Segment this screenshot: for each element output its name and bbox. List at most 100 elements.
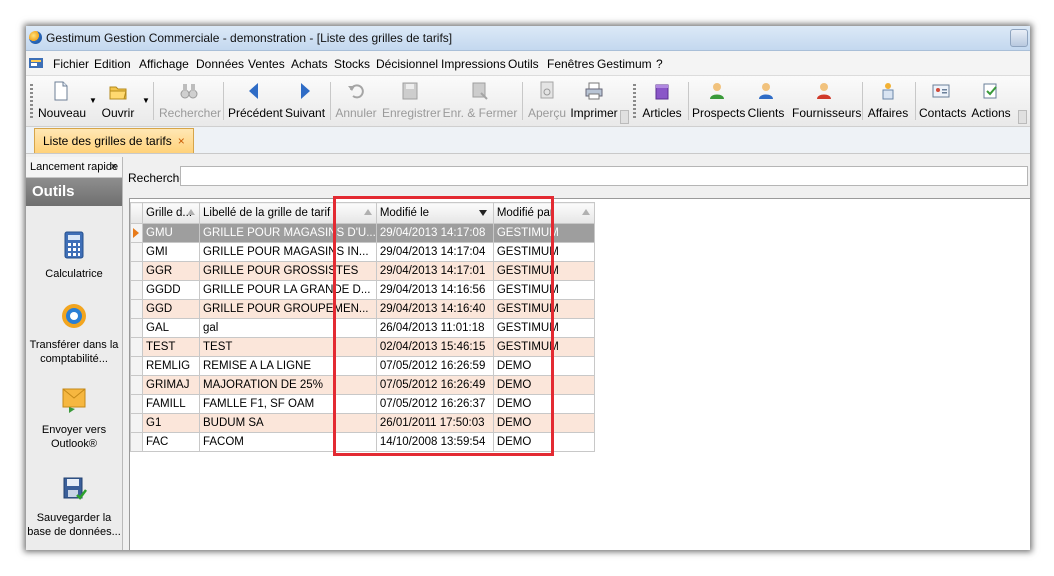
column-header-modifie-le[interactable]: Modifié le bbox=[375, 202, 494, 224]
rechercher-button[interactable]: Rechercher bbox=[159, 79, 221, 121]
row-indicator[interactable] bbox=[130, 413, 143, 433]
table-row[interactable]: GAL gal 26/04/2013 11:01:18 GESTIMUM bbox=[130, 318, 595, 338]
actions-button[interactable]: Actions bbox=[968, 79, 1014, 121]
menu-decisionnel[interactable]: Décisionnel bbox=[376, 57, 438, 71]
row-indicator[interactable] bbox=[130, 394, 143, 414]
cell-libelle[interactable]: GRILLE POUR LA GRANDE D... bbox=[199, 280, 377, 300]
cell-code[interactable]: GRIMAJ bbox=[142, 375, 200, 395]
cell-libelle[interactable]: GRILLE POUR GROSSISTES bbox=[199, 261, 377, 281]
menu-fenetres[interactable]: Fenêtres bbox=[547, 57, 594, 71]
cell-modifie-le[interactable]: 29/04/2013 14:16:56 bbox=[375, 280, 494, 300]
table-row[interactable]: FAC FACOM 14/10/2008 13:59:54 DEMO bbox=[130, 432, 595, 452]
cell-modifie-par[interactable]: GESTIMUM bbox=[492, 299, 595, 319]
imprimer-button[interactable]: Imprimer bbox=[570, 79, 618, 121]
envoyer-outlook-tool[interactable]: Envoyer vers Outlook® bbox=[26, 387, 122, 451]
cell-modifie-le[interactable]: 07/05/2012 16:26:49 bbox=[375, 375, 494, 395]
cell-modifie-le[interactable]: 26/04/2013 11:01:18 bbox=[375, 318, 494, 338]
row-indicator[interactable] bbox=[130, 375, 143, 395]
cell-modifie-par[interactable]: DEMO bbox=[492, 413, 595, 433]
cell-modifie-par[interactable]: DEMO bbox=[492, 394, 595, 414]
clients-button[interactable]: Clients bbox=[746, 79, 786, 121]
cell-libelle[interactable]: TEST bbox=[199, 337, 377, 357]
fournisseurs-button[interactable]: Fournisseurs bbox=[792, 79, 861, 121]
cell-modifie-le[interactable]: 14/10/2008 13:59:54 bbox=[375, 432, 494, 452]
menu-stocks[interactable]: Stocks bbox=[334, 57, 370, 71]
sauvegarder-base-tool[interactable]: Sauvegarder la base de données... bbox=[26, 475, 122, 539]
cell-code[interactable]: GGDD bbox=[142, 280, 200, 300]
suivant-button[interactable]: Suivant bbox=[285, 79, 325, 121]
cell-modifie-par[interactable]: GESTIMUM bbox=[492, 261, 595, 281]
menu-affichage[interactable]: Affichage bbox=[139, 57, 189, 71]
cell-modifie-le[interactable]: 07/05/2012 16:26:37 bbox=[375, 394, 494, 414]
table-row[interactable]: GGR GRILLE POUR GROSSISTES 29/04/2013 14:1… bbox=[130, 261, 595, 281]
menu-outils[interactable]: Outils bbox=[508, 57, 539, 71]
cell-modifie-par[interactable]: GESTIMUM bbox=[492, 337, 595, 357]
ouvrir-button[interactable]: Ouvrir bbox=[98, 79, 138, 121]
cell-modifie-par[interactable]: GESTIMUM bbox=[492, 280, 595, 300]
menu-help[interactable]: ? bbox=[656, 57, 663, 71]
cell-libelle[interactable]: BUDUM SA bbox=[199, 413, 377, 433]
cell-libelle[interactable]: GRILLE POUR GROUPEMEN... bbox=[199, 299, 377, 319]
table-row[interactable]: FAMILL FAMLLE F1, SF OAM 07/05/2012 16:26:… bbox=[130, 394, 595, 414]
cell-modifie-le[interactable]: 02/04/2013 15:46:15 bbox=[375, 337, 494, 357]
cell-code[interactable]: GMU bbox=[142, 223, 200, 243]
articles-button[interactable]: Articles bbox=[640, 79, 684, 121]
tab-close-icon[interactable]: × bbox=[178, 134, 185, 148]
menu-gestimum[interactable]: Gestimum bbox=[597, 57, 652, 71]
cell-code[interactable]: GGD bbox=[142, 299, 200, 319]
table-row[interactable]: GGD GRILLE POUR GROUPEMEN... 29/04/2013 14… bbox=[130, 299, 595, 319]
column-header-grille[interactable]: Grille d... bbox=[142, 202, 200, 224]
window-control-button[interactable] bbox=[1010, 29, 1028, 47]
affaires-button[interactable]: Affaires bbox=[866, 79, 910, 121]
nouveau-dropdown-icon[interactable]: ▼ bbox=[89, 96, 97, 105]
cell-code[interactable]: GMI bbox=[142, 242, 200, 262]
cell-modifie-par[interactable]: DEMO bbox=[492, 356, 595, 376]
cell-modifie-le[interactable]: 07/05/2012 16:26:59 bbox=[375, 356, 494, 376]
table-row[interactable]: GRIMAJ MAJORATION DE 25% 07/05/2012 16:26:… bbox=[130, 375, 595, 395]
menu-edition[interactable]: Edition bbox=[94, 57, 131, 71]
apercu-button[interactable]: Aperçu bbox=[526, 79, 568, 121]
cell-code[interactable]: FAMILL bbox=[142, 394, 200, 414]
cell-libelle[interactable]: GRILLE POUR MAGASINS D'U... bbox=[199, 223, 377, 243]
cell-libelle[interactable]: FACOM bbox=[199, 432, 377, 452]
table-row[interactable]: GMU GRILLE POUR MAGASINS D'U... 29/04/2013… bbox=[130, 223, 595, 243]
menu-donnees[interactable]: Données bbox=[196, 57, 244, 71]
prospects-button[interactable]: Prospects bbox=[692, 79, 745, 121]
calculatrice-tool[interactable]: Calculatrice bbox=[26, 231, 122, 281]
panel-close-icon[interactable]: × bbox=[111, 157, 117, 177]
menu-achats[interactable]: Achats bbox=[291, 57, 328, 71]
menu-impressions[interactable]: Impressions bbox=[441, 57, 506, 71]
contacts-button[interactable]: Contacts bbox=[919, 79, 966, 121]
ouvrir-dropdown-icon[interactable]: ▼ bbox=[142, 96, 150, 105]
cell-modifie-le[interactable]: 29/04/2013 14:17:01 bbox=[375, 261, 494, 281]
toolbar-overflow-button[interactable] bbox=[1018, 110, 1027, 124]
cell-modifie-le[interactable]: 29/04/2013 14:17:08 bbox=[375, 223, 494, 243]
cell-code[interactable]: GAL bbox=[142, 318, 200, 338]
annuler-button[interactable]: Annuler bbox=[335, 79, 377, 121]
cell-code[interactable]: FAC bbox=[142, 432, 200, 452]
cell-libelle[interactable]: gal bbox=[199, 318, 377, 338]
enregistrer-button[interactable]: Enregistrer bbox=[382, 79, 441, 121]
menu-fichier[interactable]: Fichier bbox=[53, 57, 89, 71]
cell-libelle[interactable]: FAMLLE F1, SF OAM bbox=[199, 394, 377, 414]
table-row[interactable]: TEST TEST 02/04/2013 15:46:15 GESTIMUM bbox=[130, 337, 595, 357]
cell-code[interactable]: GGR bbox=[142, 261, 200, 281]
table-row[interactable]: GMI GRILLE POUR MAGASINS IN... 29/04/2013 … bbox=[130, 242, 595, 262]
table-row[interactable]: REMLIG REMISE A LA LIGNE 07/05/2012 16:26:… bbox=[130, 356, 595, 376]
outils-section-header[interactable]: Outils bbox=[26, 178, 122, 206]
toolbar-overflow-button[interactable] bbox=[620, 110, 629, 124]
cell-modifie-par[interactable]: DEMO bbox=[492, 375, 595, 395]
row-indicator[interactable] bbox=[130, 432, 143, 452]
nouveau-button[interactable]: Nouveau bbox=[38, 79, 86, 121]
row-indicator[interactable] bbox=[130, 318, 143, 338]
transferer-comptabilite-tool[interactable]: Transférer dans la comptabilité... bbox=[26, 302, 122, 366]
cell-modifie-le[interactable]: 29/04/2013 14:17:04 bbox=[375, 242, 494, 262]
cell-modifie-le[interactable]: 29/04/2013 14:16:40 bbox=[375, 299, 494, 319]
cell-modifie-par[interactable]: GESTIMUM bbox=[492, 318, 595, 338]
row-indicator[interactable] bbox=[130, 337, 143, 357]
toolbar-grip[interactable] bbox=[633, 84, 636, 118]
cell-libelle[interactable]: REMISE A LA LIGNE bbox=[199, 356, 377, 376]
row-indicator[interactable] bbox=[130, 223, 143, 243]
toolbar-grip[interactable] bbox=[30, 84, 33, 118]
row-indicator[interactable] bbox=[130, 356, 143, 376]
